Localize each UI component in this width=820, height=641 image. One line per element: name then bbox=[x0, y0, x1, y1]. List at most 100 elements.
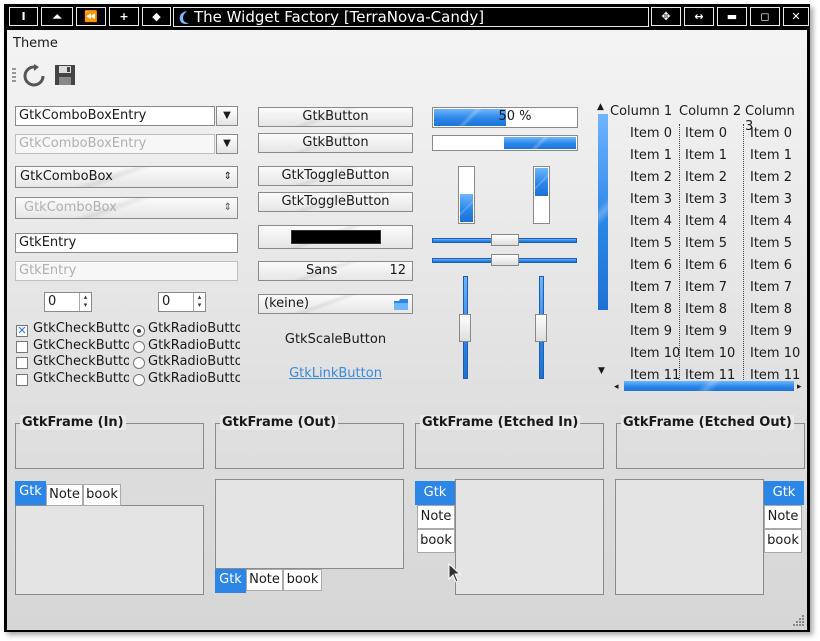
check-button-2-label[interactable]: GtkCheckButton bbox=[33, 338, 129, 353]
resize-button[interactable]: ↔ bbox=[684, 7, 714, 26]
resize-grip-icon[interactable] bbox=[791, 612, 805, 630]
tree-cell[interactable]: Item 5 bbox=[630, 236, 672, 251]
tree-cell[interactable]: Item 1 bbox=[685, 148, 727, 163]
notebook-right-tab-2[interactable]: Note bbox=[764, 505, 802, 529]
notebook-right-tab-1[interactable]: Gtk bbox=[764, 481, 804, 505]
entry[interactable]: GtkEntry bbox=[15, 233, 238, 253]
radio-button-1-dot[interactable] bbox=[133, 325, 145, 337]
tree-cell[interactable]: Item 2 bbox=[630, 170, 672, 185]
tree-cell[interactable]: Item 3 bbox=[750, 192, 792, 207]
radio-button-1-label[interactable]: GtkRadioButton bbox=[148, 321, 240, 336]
vertical-scale-2-thumb[interactable] bbox=[535, 314, 547, 342]
font-button[interactable]: Sans 12 bbox=[258, 261, 413, 281]
tree-cell[interactable]: Item 9 bbox=[685, 324, 727, 339]
tree-cell[interactable]: Item 8 bbox=[750, 302, 792, 317]
tree-cell[interactable]: Item 5 bbox=[750, 236, 792, 251]
window-menu-button[interactable]: I bbox=[9, 7, 38, 26]
notebook-top-tab-2[interactable]: Note bbox=[46, 484, 83, 506]
radio-button-4-dot[interactable] bbox=[133, 374, 145, 386]
notebook-top-tab-1[interactable]: Gtk bbox=[15, 481, 46, 505]
scroll-right-arrow-icon[interactable]: ▸ bbox=[797, 382, 802, 392]
tree-cell[interactable]: Item 4 bbox=[750, 214, 792, 229]
tree-cell[interactable]: Item 0 bbox=[630, 126, 672, 141]
check-button-1-box[interactable]: ✕ bbox=[16, 325, 28, 337]
notebook-top-tab-3[interactable]: book bbox=[83, 484, 121, 506]
menu-theme[interactable]: Theme bbox=[13, 36, 58, 51]
tree-cell[interactable]: Item 9 bbox=[750, 324, 792, 339]
notebook-bottom-tab-1[interactable]: Gtk bbox=[215, 569, 246, 593]
tree-cell[interactable]: Item 3 bbox=[685, 192, 727, 207]
toggle-button-2[interactable]: GtkToggleButton bbox=[258, 192, 413, 212]
tree-cell[interactable]: Item 8 bbox=[685, 302, 727, 317]
tree-cell[interactable]: Item 2 bbox=[685, 170, 727, 185]
tree-cell[interactable]: Item 10 bbox=[685, 346, 735, 361]
above-button[interactable]: ◆ bbox=[142, 7, 171, 26]
check-button-3-label[interactable]: GtkCheckButton bbox=[33, 354, 129, 369]
move-button[interactable]: ✥ bbox=[651, 7, 681, 26]
combo-box-entry[interactable]: GtkComboBoxEntry bbox=[15, 106, 215, 126]
notebook-right-tab-3[interactable]: book bbox=[764, 529, 802, 553]
tree-cell[interactable]: Item 0 bbox=[685, 126, 727, 141]
notebook-left-tab-2[interactable]: Note bbox=[417, 505, 455, 529]
tree-header-col2[interactable]: Column 2 bbox=[679, 104, 741, 119]
sticky-button[interactable]: + bbox=[109, 7, 139, 26]
tree-cell[interactable]: Item 6 bbox=[750, 258, 792, 273]
tree-view[interactable]: ▲ ▼ Column 1 Column 2 Column 3 Item 0 Ite… bbox=[597, 100, 807, 392]
check-button-3-box[interactable] bbox=[16, 357, 28, 369]
tree-cell[interactable]: Item 4 bbox=[630, 214, 672, 229]
tree-cell[interactable]: Item 10 bbox=[630, 346, 680, 361]
notebook-left-tab-1[interactable]: Gtk bbox=[415, 481, 455, 505]
file-chooser-button[interactable]: (keine) bbox=[258, 294, 413, 314]
combo-box-entry-arrow-button[interactable]: ▼ bbox=[216, 106, 238, 126]
spin-button-2[interactable]: 0 ▴ ▾ bbox=[158, 292, 206, 312]
notebook-left-tab-3[interactable]: book bbox=[417, 529, 455, 553]
tree-cell[interactable]: Item 7 bbox=[630, 280, 672, 295]
check-button-4-label[interactable]: GtkCheckButton bbox=[33, 371, 129, 386]
radio-button-2-dot[interactable] bbox=[133, 341, 145, 353]
tree-cell[interactable]: Item 1 bbox=[750, 148, 792, 163]
link-button[interactable]: GtkLinkButton bbox=[258, 366, 413, 381]
scroll-down-arrow-icon[interactable]: ▼ bbox=[598, 366, 605, 376]
toolbar-grip-icon[interactable] bbox=[12, 68, 16, 82]
save-icon[interactable] bbox=[53, 63, 77, 91]
radio-button-2-label[interactable]: GtkRadioButton bbox=[148, 338, 240, 353]
tree-cell[interactable]: Item 9 bbox=[630, 324, 672, 339]
button-2[interactable]: GtkButton bbox=[258, 133, 413, 153]
tree-cell[interactable]: Item 7 bbox=[685, 280, 727, 295]
check-button-4-box[interactable] bbox=[16, 374, 28, 386]
title-bar[interactable]: I ⏶ ⏪ + ◆ The Widget Factory [TerraNova-… bbox=[5, 5, 809, 29]
tree-cell[interactable]: Item 8 bbox=[630, 302, 672, 317]
shade-button[interactable]: ⏶ bbox=[41, 7, 73, 26]
button-1[interactable]: GtkButton bbox=[258, 107, 413, 127]
spin-button-2-stepper-icon[interactable]: ▴ ▾ bbox=[193, 293, 205, 311]
tree-cell[interactable]: Item 4 bbox=[685, 214, 727, 229]
tree-cell[interactable]: Item 6 bbox=[685, 258, 727, 273]
toggle-button-1[interactable]: GtkToggleButton bbox=[258, 166, 413, 186]
notebook-bottom-tab-2[interactable]: Note bbox=[246, 569, 283, 591]
scale-button[interactable]: GtkScaleButton bbox=[258, 332, 413, 347]
maximize-button[interactable]: ◻ bbox=[750, 7, 780, 26]
horizontal-scale-2-thumb[interactable] bbox=[491, 254, 519, 266]
scroll-up-arrow-icon[interactable]: ▲ bbox=[597, 102, 604, 112]
tree-header-col1[interactable]: Column 1 bbox=[610, 104, 672, 119]
notebook-bottom-tab-3[interactable]: book bbox=[283, 569, 322, 591]
horizontal-scrollbar-thumb[interactable] bbox=[624, 381, 794, 391]
tree-cell[interactable]: Item 0 bbox=[750, 126, 792, 141]
minimize-button[interactable]: ▬ bbox=[717, 7, 747, 26]
tree-cell[interactable]: Item 3 bbox=[630, 192, 672, 207]
tree-cell[interactable]: Item 7 bbox=[750, 280, 792, 295]
spin-button-1[interactable]: 0 ▴ ▾ bbox=[44, 292, 92, 312]
spin-button-1-stepper-icon[interactable]: ▴ ▾ bbox=[79, 293, 91, 311]
radio-button-3-dot[interactable] bbox=[133, 357, 145, 369]
check-button-2-box[interactable] bbox=[16, 341, 28, 353]
color-button[interactable] bbox=[258, 225, 413, 249]
check-button-1-label[interactable]: GtkCheckButton bbox=[33, 321, 129, 336]
vertical-scrollbar-thumb[interactable] bbox=[598, 114, 608, 310]
tree-cell[interactable]: Item 5 bbox=[685, 236, 727, 251]
tree-cell[interactable]: Item 2 bbox=[750, 170, 792, 185]
close-button[interactable]: ✕ bbox=[783, 7, 809, 26]
radio-button-4-label[interactable]: GtkRadioButton bbox=[148, 371, 240, 386]
combo-box[interactable]: GtkComboBox ⇕ bbox=[15, 166, 238, 188]
refresh-icon[interactable] bbox=[22, 64, 46, 92]
scroll-left-arrow-icon[interactable]: ◂ bbox=[614, 382, 619, 392]
